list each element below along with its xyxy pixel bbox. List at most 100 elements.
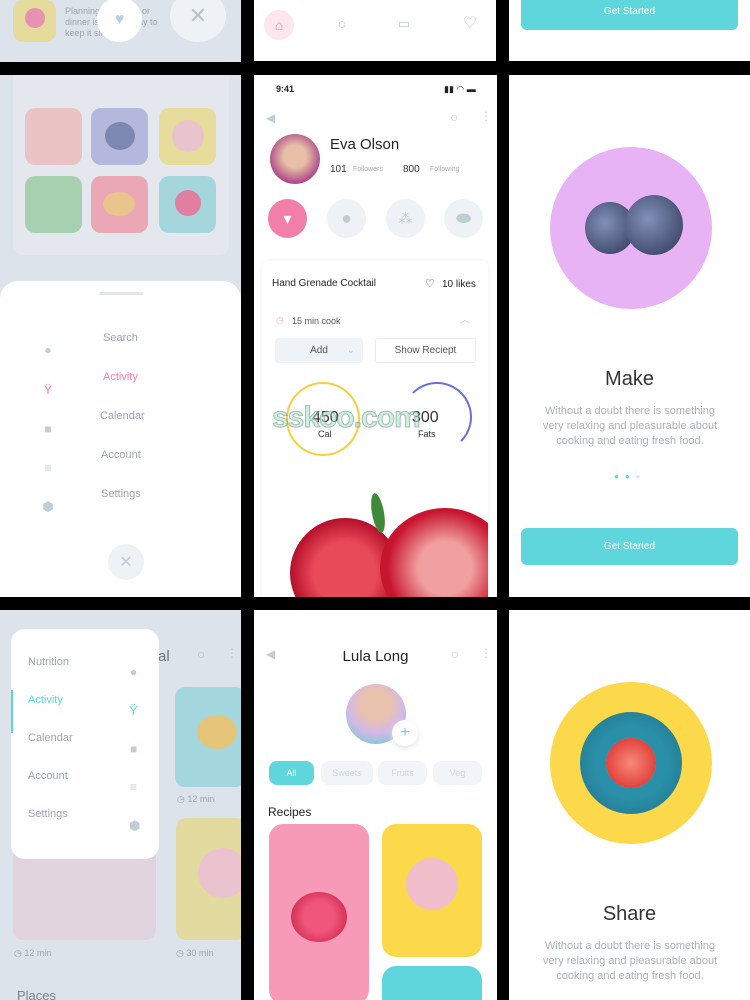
onboarding-make: Make Without a doubt there is something … [509,75,750,597]
menu-item-activity[interactable]: Activity [103,371,138,383]
cook-time: 15 min cook [292,316,341,326]
more-icon[interactable]: ⋮ [480,109,492,123]
cocktail-icon[interactable]: ▾ [268,199,307,238]
menu-item-calendar[interactable]: Calendar [28,732,73,744]
profile-screen: 9:41 ▮▮ ◠ ▬ ◀ ○ ⋮ Eva Olson 101 Follower… [254,75,497,597]
onboarding-text: Without a doubt there is something very … [542,940,718,982]
menu-item-calendar[interactable]: Calendar [100,410,145,422]
get-started-button[interactable]: Get Started [521,0,738,30]
places-heading: Places [17,988,57,1000]
onboarding-title: Share [602,903,657,925]
side-menu-screen: al ○ ⋮ ◷ 12 min ◷ 12 min ◷ 30 min Places… [0,610,241,1000]
calendar-icon: ■ [130,742,138,756]
recipe-card[interactable] [382,966,482,1000]
donut-card[interactable] [176,818,241,940]
raspberry-tile [13,0,56,42]
filter-fruits[interactable]: Fruits [378,761,427,785]
following-label: Following [430,166,460,173]
search-icon: ● [44,343,52,357]
followers-label: Followers [353,166,383,173]
top-right-panel: Get Started [509,0,750,61]
watermelon-tile [25,108,82,165]
show-receipt-button[interactable]: Show Reciept [375,338,476,363]
menu-item-account[interactable]: Account [28,770,68,782]
filter-icon: ≡ [44,461,52,475]
watermark: sskoo.com [272,401,422,435]
fats-label: Fats [418,429,436,439]
page-indicator[interactable]: ●●● [614,472,647,481]
side-menu: Nutrition Activity Calendar Account Sett… [11,629,159,859]
hexagon-icon: ⬢ [129,818,141,833]
filter-icon: ≡ [130,780,138,794]
active-indicator [11,690,13,733]
chevron-down-icon: ⌄ [346,345,355,356]
donut-tile [159,108,216,165]
more-icon[interactable]: ⋮ [480,646,492,660]
filter-all[interactable]: All [269,761,314,785]
home-icon[interactable]: ⌂ [264,10,294,40]
header-partial: al [158,648,170,665]
followers-count: 101 [330,164,347,175]
add-icon[interactable]: + [392,720,418,746]
menu-item-search[interactable]: Search [103,332,138,344]
blueberry-tile [91,108,148,165]
get-started-button[interactable]: Get Started [521,528,738,565]
search-icon[interactable]: ○ [332,14,352,34]
filter-sweets[interactable]: Sweets [321,761,373,785]
activity-icon: Ÿ [129,703,138,718]
top-left-panel: Planning breakfast or dinner is a good w… [0,0,241,62]
grapefruit-image [550,682,712,844]
onboarding-title: Make [605,368,654,390]
lula-profile-screen: ◀ Lula Long ○ ⋮ + All Sweets Fruits Veg … [254,610,497,1000]
raspberry-card[interactable] [269,824,369,1000]
card-time: ◷ 30 min [176,948,214,958]
menu-item-settings[interactable]: Settings [101,488,141,500]
raspberry-tile [159,176,216,233]
peach-tile [91,176,148,233]
herb-tile [25,176,82,233]
search-icon: ● [130,665,138,679]
add-dropdown[interactable]: Add ⌄ [275,338,363,363]
mango-card[interactable] [175,687,241,787]
following-count: 800 [403,164,420,175]
menu-item-nutrition[interactable]: Nutrition [28,656,69,668]
calendar-icon[interactable]: ▭ [394,14,414,34]
menu-item-settings[interactable]: Settings [28,808,68,820]
search-icon[interactable]: ○ [450,109,458,125]
back-icon[interactable]: ◀ [266,111,275,125]
filter-veg[interactable]: Veg [433,761,482,785]
wheat-icon[interactable]: ⁂ [386,199,425,238]
heart-icon[interactable]: ♡ [425,277,435,290]
profile-name: Eva Olson [330,136,400,153]
profile-name: Lula Long [342,648,409,665]
close-icon[interactable]: ✕ [108,544,144,580]
search-icon[interactable]: ○ [197,646,205,662]
bottom-nav: ⌂ ○ ▭ ♡ [254,0,496,61]
avatar [270,134,320,184]
recipe-title: Hand Grenade Cocktail [272,278,376,289]
circle-icon[interactable]: ● [327,199,366,238]
menu-item-activity[interactable]: Activity [28,694,63,706]
pomegranate-image [262,493,488,597]
onboarding-text: Without a doubt there is something very … [542,405,718,447]
status-time: 9:41 [276,84,295,94]
heart-icon[interactable]: ♡ [459,12,481,34]
menu-item-account[interactable]: Account [101,449,141,461]
search-icon[interactable]: ○ [451,646,459,662]
onboarding-share: Share Without a doubt there is something… [509,610,750,1000]
close-icon[interactable]: ✕ [170,0,226,42]
chevron-up-icon[interactable]: ︿ [460,311,470,326]
likes-count: 10 likes [442,279,476,290]
donut-card[interactable] [382,824,482,957]
activity-icon: Ÿ [43,383,52,397]
recipes-heading: Recipes [268,805,312,819]
menu-screen: ● Search Ÿ Activity ■ Calendar ≡ Account… [0,75,241,597]
card-time: ◷ 12 min [177,794,215,804]
hexagon-icon: ⬢ [42,499,54,514]
clock-icon: ◷ [276,315,284,325]
card-time: ◷ 12 min [14,948,52,958]
pill-icon[interactable]: ⬬ [444,199,483,238]
more-icon[interactable]: ⋮ [226,646,238,660]
menu-sheet: ● Search Ÿ Activity ■ Calendar ≡ Account… [0,281,241,597]
add-label: Add [310,345,328,356]
